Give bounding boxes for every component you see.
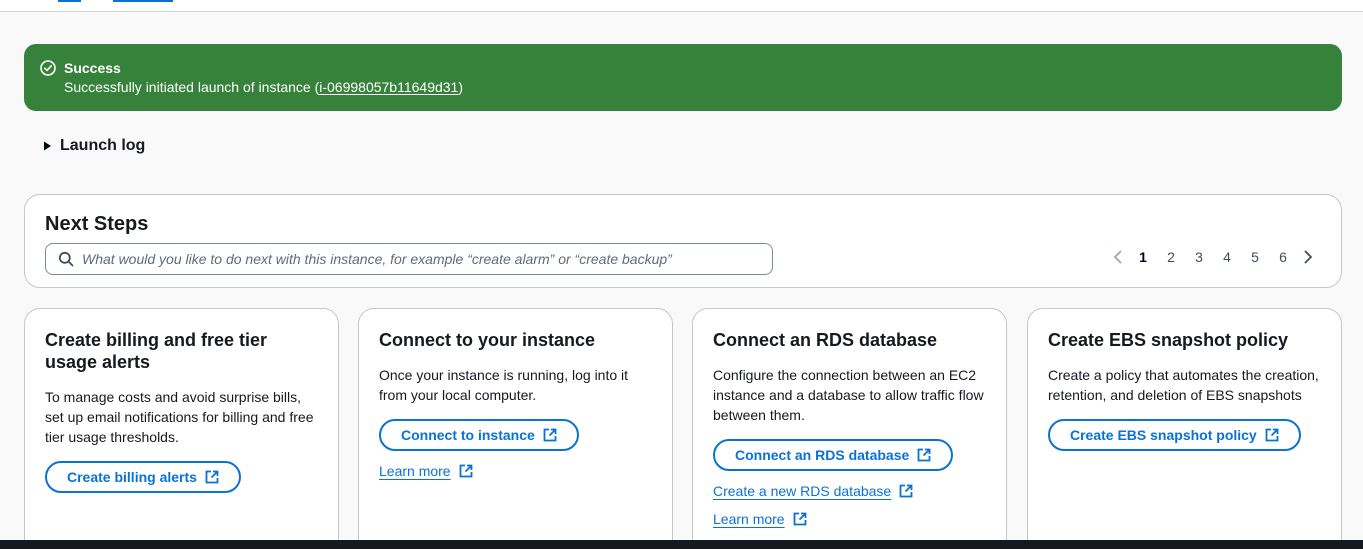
create-ebs-snapshot-policy-button[interactable]: Create EBS snapshot policy	[1048, 419, 1301, 451]
flash-content: Success Successfully initiated launch of…	[64, 59, 463, 111]
caret-right-icon	[44, 141, 51, 151]
card-title: Connect an RDS database	[713, 330, 938, 350]
page-6[interactable]: 6	[1269, 249, 1297, 265]
breadcrumb-link-fragment[interactable]	[113, 0, 173, 2]
page-4[interactable]: 4	[1213, 249, 1241, 265]
card-connect-rds: Connect an RDS database Configure the co…	[692, 308, 1007, 549]
link-label: Create a new RDS database	[713, 483, 892, 499]
external-link-icon	[205, 470, 219, 484]
button-label: Connect to instance	[401, 427, 535, 443]
card-title: Connect to your instance	[379, 330, 596, 350]
flash-message: Successfully initiated launch of instanc…	[64, 77, 463, 97]
card-title: Create billing and free tier usage alert…	[45, 330, 268, 372]
chevron-left-icon	[1114, 250, 1122, 264]
external-link-icon	[1265, 428, 1279, 442]
next-steps-title: Next Steps	[45, 213, 149, 235]
next-steps-search[interactable]	[45, 243, 773, 275]
search-icon	[58, 251, 74, 267]
card-description: Once your instance is running, log into …	[379, 367, 629, 403]
page-3[interactable]: 3	[1185, 249, 1213, 265]
flash-message-prefix: Successfully initiated launch of instanc…	[64, 79, 320, 95]
next-steps-panel: Next Steps 1 2 3 4 5 6	[24, 194, 1342, 288]
flash-title: Success	[64, 60, 121, 76]
card-ebs-snapshot: Create EBS snapshot policy Create a poli…	[1027, 308, 1342, 549]
link-label: Learn more	[713, 511, 785, 527]
external-link-icon	[917, 448, 931, 462]
card-description: Configure the connection between an EC2 …	[713, 367, 984, 423]
success-flashbar: Success Successfully initiated launch of…	[24, 44, 1342, 111]
button-label: Create EBS snapshot policy	[1070, 427, 1257, 443]
external-link-icon	[459, 464, 472, 478]
card-description: Create a policy that automates the creat…	[1048, 367, 1319, 403]
external-link-icon	[543, 428, 557, 442]
external-link-icon	[899, 484, 913, 498]
card-title: Create EBS snapshot policy	[1048, 330, 1289, 350]
learn-more-link[interactable]: Learn more	[379, 463, 473, 479]
breadcrumb-link-fragment[interactable]	[58, 0, 81, 2]
button-label: Create billing alerts	[67, 469, 197, 485]
card-description: To manage costs and avoid surprise bills…	[45, 389, 314, 445]
breadcrumb-bar	[0, 0, 1363, 12]
button-label: Connect an RDS database	[735, 447, 910, 463]
launch-log-label: Launch log	[60, 137, 146, 154]
bottom-bar	[0, 540, 1363, 549]
pagination: 1 2 3 4 5 6	[1107, 249, 1319, 265]
card-connect-instance: Connect to your instance Once your insta…	[358, 308, 673, 549]
link-label: Learn more	[379, 463, 451, 479]
page-1[interactable]: 1	[1129, 249, 1157, 265]
page-2[interactable]: 2	[1157, 249, 1185, 265]
page-5[interactable]: 5	[1241, 249, 1269, 265]
chevron-right-icon	[1304, 250, 1312, 264]
launch-log-toggle[interactable]: Launch log	[42, 137, 145, 155]
connect-to-instance-button[interactable]: Connect to instance	[379, 419, 579, 451]
search-input[interactable]	[82, 251, 762, 267]
create-rds-database-link[interactable]: Create a new RDS database	[713, 483, 913, 499]
check-circle-icon	[40, 60, 56, 76]
connect-rds-database-button[interactable]: Connect an RDS database	[713, 439, 954, 471]
previous-page-button[interactable]	[1107, 249, 1129, 265]
flash-message-suffix: )	[458, 79, 464, 95]
instance-id-link[interactable]: i-06998057b11649d31	[319, 79, 458, 95]
next-page-button[interactable]	[1297, 249, 1319, 265]
learn-more-link[interactable]: Learn more	[713, 511, 807, 527]
card-billing-alerts: Create billing and free tier usage alert…	[24, 308, 339, 549]
external-link-icon	[793, 512, 806, 526]
create-billing-alerts-button[interactable]: Create billing alerts	[45, 461, 241, 493]
